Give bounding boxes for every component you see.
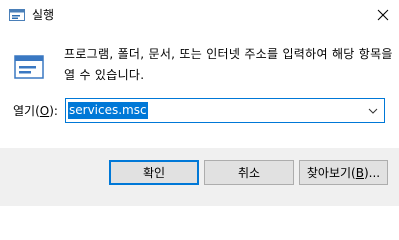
open-combobox[interactable]: services.msc (65, 98, 385, 123)
browse-button[interactable]: 찾아보기(B)... (299, 160, 388, 185)
description-text: 프로그램, 폴더, 문서, 또는 인터넷 주소를 입력하여 해당 항목을 열 수… (64, 47, 393, 82)
open-label: 열기(O): (13, 103, 58, 119)
button-panel: 확인 취소 찾아보기(B)... (0, 148, 399, 206)
open-label-accel: O (39, 104, 50, 118)
open-input[interactable]: services.msc (68, 102, 148, 119)
open-label-prefix: 열기( (13, 104, 40, 118)
title-bar[interactable]: 실행 (0, 0, 399, 30)
run-icon (9, 8, 25, 22)
close-button[interactable] (370, 2, 396, 28)
open-label-suffix: ): (49, 104, 58, 118)
browse-label-suffix: )... (363, 165, 381, 180)
browse-label-prefix: 찾아보기( (306, 166, 356, 180)
run-dialog: 실행 프로그램, 폴더, 문서, 또는 인터넷 주소를 입력하여 해당 항목을 … (0, 0, 399, 206)
run-dialog-icon (14, 55, 44, 79)
cancel-button[interactable]: 취소 (204, 160, 294, 185)
ok-button[interactable]: 확인 (109, 160, 199, 185)
browse-label-accel: B (355, 165, 364, 180)
chevron-down-icon[interactable] (368, 105, 378, 115)
window-title: 실행 (32, 8, 55, 22)
close-icon (377, 9, 389, 21)
